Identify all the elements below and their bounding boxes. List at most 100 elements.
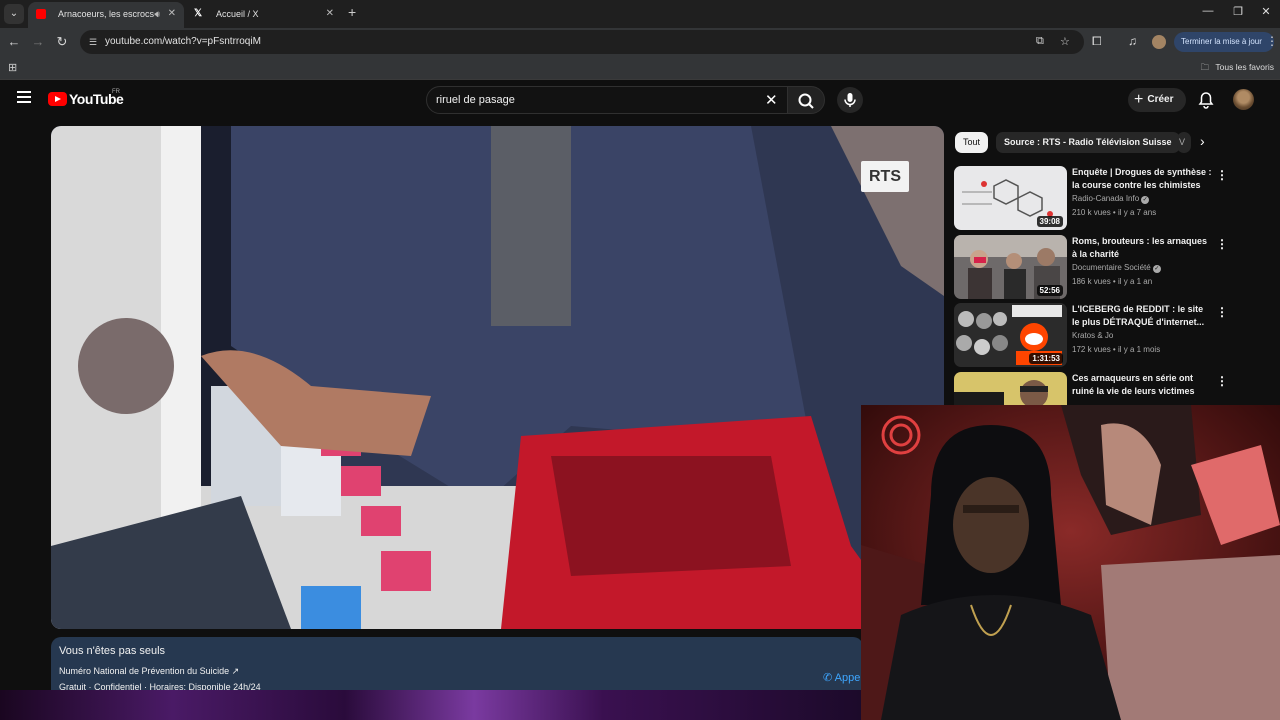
tab-search-button[interactable]: ⌄ bbox=[4, 4, 24, 24]
new-tab-button[interactable]: + bbox=[348, 4, 356, 20]
country-code: FR bbox=[112, 89, 120, 95]
close-tab-icon[interactable]: ✕ bbox=[168, 2, 176, 26]
media-controls-icon[interactable]: ♫ bbox=[1128, 34, 1137, 48]
search-icon bbox=[798, 93, 814, 109]
upload-age: il y a 1 an bbox=[1117, 277, 1153, 286]
channel-name[interactable]: Radio-Canada Info ✓ bbox=[1072, 194, 1150, 204]
chip-next-partial[interactable]: V bbox=[1177, 132, 1191, 153]
upload-age: il y a 7 ans bbox=[1117, 208, 1157, 217]
verified-icon: ✓ bbox=[1141, 196, 1150, 204]
channel-name[interactable]: Kratos & Jo bbox=[1072, 331, 1113, 340]
create-button[interactable]: + Créer bbox=[1128, 88, 1186, 112]
menu-icon[interactable] bbox=[17, 91, 31, 103]
youtube-masthead: YouTube FR riruel de pasage ✕ + Créer bbox=[0, 81, 1280, 119]
video-title[interactable]: Enquête | Drogues de synthèse : la cours… bbox=[1072, 166, 1212, 192]
plus-icon: + bbox=[1134, 91, 1144, 108]
search-query[interactable]: riruel de pasage bbox=[436, 94, 515, 106]
recommendation-item[interactable]: 39:08 Enquête | Drogues de synthèse : la… bbox=[954, 166, 1270, 230]
video-player[interactable]: RTS bbox=[51, 126, 944, 629]
tab-title: Accueil / X bbox=[216, 9, 259, 19]
youtube-icon bbox=[36, 9, 46, 19]
account-avatar[interactable] bbox=[1233, 89, 1254, 110]
webcam-feed bbox=[861, 405, 1280, 720]
x-icon: 𝕏 bbox=[194, 8, 203, 19]
more-options-icon[interactable]: ⋮ bbox=[1216, 237, 1228, 251]
bookmark-star-icon[interactable]: ☆ bbox=[1060, 35, 1070, 48]
video-thumbnail[interactable] bbox=[954, 372, 1067, 406]
verified-icon: ✓ bbox=[1152, 265, 1161, 273]
clear-search-icon[interactable]: ✕ bbox=[765, 91, 778, 109]
phone-icon: ✆ bbox=[823, 672, 835, 684]
tab-youtube[interactable]: Arnacoeurs, les escrocs de l'amour 🔊︎ ✕ bbox=[28, 2, 184, 28]
crisis-title: Vous n'êtes pas seuls bbox=[59, 645, 166, 657]
site-info-icon[interactable]: ☰ bbox=[86, 35, 100, 49]
minimize-button[interactable]: — bbox=[1198, 5, 1218, 17]
view-count: 210 k vues bbox=[1072, 208, 1111, 217]
browser-tab-strip: ⌄ Arnacoeurs, les escrocs de l'amour 🔊︎ … bbox=[0, 0, 1280, 28]
view-count: 172 k vues bbox=[1072, 345, 1111, 354]
video-title[interactable]: Roms, brouteurs : les arnaques à la char… bbox=[1072, 235, 1212, 261]
recommendation-item[interactable]: 52:56 Roms, brouteurs : les arnaques à l… bbox=[954, 235, 1270, 299]
chip-source-rts[interactable]: Source : RTS - Radio Télévision Suisse bbox=[996, 132, 1180, 153]
microphone-icon bbox=[844, 93, 856, 107]
video-title[interactable]: Ces arnaqueurs en série ont ruiné la vie… bbox=[1072, 372, 1212, 398]
install-app-icon[interactable]: ⧉ bbox=[1036, 35, 1044, 48]
rts-channel-logo: RTS bbox=[861, 161, 909, 192]
video-thumbnail[interactable]: 1:31:53 bbox=[954, 303, 1067, 367]
video-meta: 186 k vues • il y a 1 an bbox=[1072, 277, 1153, 286]
channel-name[interactable]: Documentaire Société ✓ bbox=[1072, 263, 1161, 273]
search-button[interactable] bbox=[787, 86, 825, 114]
video-frame bbox=[51, 126, 944, 629]
extensions-icon[interactable]: ⧠ bbox=[1092, 34, 1102, 49]
maximize-button[interactable]: ❐ bbox=[1228, 5, 1248, 18]
close-window-button[interactable]: ✕ bbox=[1256, 5, 1276, 18]
url-text[interactable]: youtube.com/watch?v=pFsntrroqiM bbox=[105, 36, 261, 47]
close-tab-icon[interactable]: ✕ bbox=[326, 2, 334, 26]
more-options-icon[interactable]: ⋮ bbox=[1216, 305, 1228, 319]
search-input[interactable]: riruel de pasage ✕ bbox=[426, 86, 788, 114]
decorative-band bbox=[0, 690, 862, 720]
folder-icon: 🗀 bbox=[1200, 62, 1210, 72]
webcam-overlay bbox=[861, 405, 1280, 720]
speaker-icon[interactable]: 🔊︎ bbox=[154, 2, 160, 26]
browser-toolbar: ← → ↻ ☰ youtube.com/watch?v=pFsntrroqiM … bbox=[0, 28, 1280, 56]
apps-grid-icon[interactable]: ⊞ bbox=[8, 61, 17, 74]
video-thumbnail[interactable]: 52:56 bbox=[954, 235, 1067, 299]
youtube-play-icon bbox=[48, 92, 67, 106]
all-bookmarks-label: Tous les favoris bbox=[1215, 62, 1274, 72]
video-duration: 1:31:53 bbox=[1029, 353, 1063, 364]
video-meta: 210 k vues • il y a 7 ans bbox=[1072, 208, 1157, 217]
more-options-icon[interactable]: ⋮ bbox=[1216, 168, 1228, 182]
create-label: Créer bbox=[1147, 94, 1174, 105]
reload-icon[interactable]: ↻ bbox=[54, 34, 70, 50]
notifications-bell-icon[interactable] bbox=[1198, 91, 1214, 114]
upload-age: il y a 1 mois bbox=[1117, 345, 1161, 354]
all-bookmarks-button[interactable]: 🗀 Tous les favoris bbox=[1201, 62, 1274, 76]
video-duration: 52:56 bbox=[1036, 285, 1063, 296]
recommendation-item[interactable]: 1:31:53 L'ICEBERG de REDDIT : le site le… bbox=[954, 303, 1270, 367]
more-options-icon[interactable]: ⋮ bbox=[1216, 374, 1228, 388]
video-thumbnail[interactable]: 39:08 bbox=[954, 166, 1067, 230]
browser-menu-icon[interactable]: ⋮ bbox=[1266, 34, 1278, 48]
tab-x[interactable]: 𝕏 Accueil / X ✕ bbox=[186, 2, 342, 28]
recommendation-item[interactable]: Ces arnaqueurs en série ont ruiné la vie… bbox=[954, 372, 1270, 406]
chip-all[interactable]: Tout bbox=[955, 132, 989, 153]
profile-avatar[interactable] bbox=[1152, 35, 1166, 49]
forward-icon[interactable]: → bbox=[30, 34, 46, 49]
view-count: 186 k vues bbox=[1072, 277, 1111, 286]
video-duration: 39:08 bbox=[1036, 216, 1063, 227]
bookmarks-bar: ⊞ 🗀 Tous les favoris bbox=[0, 56, 1280, 80]
back-icon[interactable]: ← bbox=[6, 34, 22, 49]
crisis-info-panel: Vous n'êtes pas seuls Numéro National de… bbox=[51, 637, 873, 697]
thumbnail-image bbox=[954, 372, 1067, 406]
voice-search-button[interactable] bbox=[837, 87, 863, 113]
tab-title: Arnacoeurs, les escrocs de l'amour bbox=[58, 9, 158, 19]
channel-name-text: Radio-Canada Info bbox=[1072, 194, 1140, 203]
video-title[interactable]: L'ICEBERG de REDDIT : le site le plus DÉ… bbox=[1072, 303, 1212, 329]
address-bar[interactable]: ☰ youtube.com/watch?v=pFsntrroqiM ⧉ ☆ bbox=[80, 30, 1084, 54]
video-meta: 172 k vues • il y a 1 mois bbox=[1072, 345, 1161, 354]
channel-name-text: Documentaire Société bbox=[1072, 263, 1151, 272]
update-button[interactable]: Terminer la mise à jour bbox=[1174, 32, 1274, 52]
crisis-hotline-link[interactable]: Numéro National de Prévention du Suicide… bbox=[59, 666, 239, 677]
chevron-right-icon[interactable]: › bbox=[1200, 133, 1205, 149]
